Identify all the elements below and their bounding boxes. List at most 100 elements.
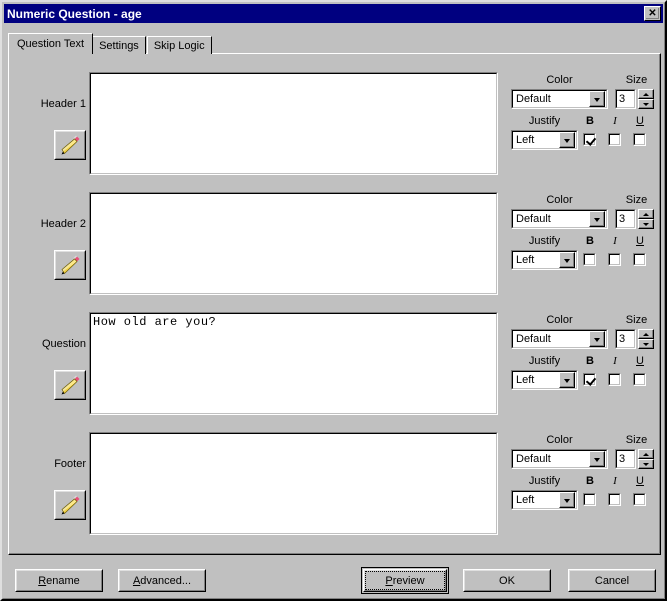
section-header-1-label: Header 1 [40, 98, 86, 110]
question-text: How old are you? [93, 315, 217, 329]
tab-settings-label: Settings [99, 39, 139, 52]
question-size-value: 3 [616, 330, 635, 348]
header-1-underline-label: U [636, 115, 644, 127]
question-italic-checkbox[interactable] [608, 373, 621, 386]
footer-bold-label: B [586, 475, 594, 487]
spinner-up-icon[interactable] [638, 449, 654, 459]
section-question-label: Question [41, 338, 86, 350]
header-2-justify-value: Left [516, 254, 535, 266]
question-bold-label: B [586, 355, 594, 367]
header-1-italic-checkbox[interactable] [608, 133, 621, 146]
footer-textarea[interactable] [89, 432, 498, 535]
question-size-spinner[interactable] [638, 329, 654, 349]
spinner-down-icon[interactable] [638, 99, 654, 109]
header-1-bold-checkbox[interactable] [583, 133, 596, 146]
header-2-underline-label: U [636, 235, 644, 247]
question-bold-checkbox[interactable] [583, 373, 596, 386]
question-color-combo[interactable]: Default [511, 329, 608, 349]
advanced-button-rest: dvanced... [140, 574, 192, 587]
question-justify-label: Justify [528, 355, 561, 367]
advanced-button[interactable]: Advanced... [118, 569, 206, 592]
header-2-underline-checkbox[interactable] [633, 253, 646, 266]
header-2-edit-pencil-button[interactable] [54, 250, 86, 280]
chevron-down-icon[interactable] [559, 252, 575, 268]
chevron-down-icon[interactable] [589, 91, 605, 107]
ok-button[interactable]: OK [463, 569, 551, 592]
header-1-textarea[interactable] [89, 72, 498, 175]
pencil-icon [61, 135, 80, 155]
preview-button[interactable]: Preview [361, 567, 449, 594]
question-justify-value: Left [516, 374, 535, 386]
question-size-label: Size [625, 314, 648, 326]
header-1-justify-combo[interactable]: Left [511, 130, 578, 150]
footer-italic-label: I [613, 475, 617, 487]
tab-skip-logic-label: Skip Logic [153, 39, 205, 52]
header-2-color-value: Default [516, 213, 551, 225]
header-1-color-label: Color [546, 74, 573, 86]
pencil-icon [61, 495, 80, 515]
spinner-up-icon[interactable] [638, 329, 654, 339]
cancel-button[interactable]: Cancel [568, 569, 656, 592]
chevron-down-icon[interactable] [589, 211, 605, 227]
chevron-down-icon[interactable] [589, 331, 605, 347]
spinner-down-icon[interactable] [638, 459, 654, 469]
header-1-size-value: 3 [616, 90, 635, 108]
header-1-underline-checkbox[interactable] [633, 133, 646, 146]
header-1-edit-pencil-button[interactable] [54, 130, 86, 160]
tab-settings[interactable]: Settings [92, 36, 146, 54]
section-footer-label: Footer [54, 458, 86, 470]
advanced-button-label: Advanced... [132, 574, 192, 587]
header-2-bold-checkbox[interactable] [583, 253, 596, 266]
footer-underline-checkbox[interactable] [633, 493, 646, 506]
footer-italic-checkbox[interactable] [608, 493, 621, 506]
spinner-down-icon[interactable] [638, 339, 654, 349]
header-2-italic-checkbox[interactable] [608, 253, 621, 266]
header-1-size-field[interactable]: 3 [615, 89, 636, 109]
question-size-field[interactable]: 3 [615, 329, 636, 349]
header-1-justify-label: Justify [528, 115, 561, 127]
rename-button-label: Rename [38, 574, 80, 587]
header-2-color-combo[interactable]: Default [511, 209, 608, 229]
footer-size-label: Size [625, 434, 648, 446]
tab-question-text[interactable]: Question Text [8, 33, 94, 54]
header-2-textarea[interactable] [89, 192, 498, 295]
footer-edit-pencil-button[interactable] [54, 490, 86, 520]
question-underline-checkbox[interactable] [633, 373, 646, 386]
preview-button-label: Preview [385, 574, 425, 587]
question-justify-combo[interactable]: Left [511, 370, 578, 390]
chevron-down-icon[interactable] [589, 451, 605, 467]
rename-button[interactable]: Rename [15, 569, 103, 592]
footer-size-spinner[interactable] [638, 449, 654, 469]
header-2-size-label: Size [625, 194, 648, 206]
header-2-size-spinner[interactable] [638, 209, 654, 229]
footer-bold-checkbox[interactable] [583, 493, 596, 506]
chevron-down-icon[interactable] [559, 132, 575, 148]
footer-color-value: Default [516, 453, 551, 465]
tab-skip-logic[interactable]: Skip Logic [146, 36, 212, 54]
spinner-down-icon[interactable] [638, 219, 654, 229]
header-2-justify-combo[interactable]: Left [511, 250, 578, 270]
close-button[interactable]: ✕ [644, 6, 661, 21]
rename-button-rest: ename [46, 574, 80, 587]
title-bar[interactable]: Numeric Question - age ✕ [4, 4, 663, 23]
header-1-color-combo[interactable]: Default [511, 89, 608, 109]
header-2-bold-label: B [586, 235, 594, 247]
close-icon: ✕ [648, 7, 657, 19]
footer-size-value: 3 [616, 450, 635, 468]
footer-justify-value: Left [516, 494, 535, 506]
header-1-bold-label: B [586, 115, 594, 127]
pencil-icon [61, 255, 80, 275]
chevron-down-icon[interactable] [559, 492, 575, 508]
spinner-up-icon[interactable] [638, 89, 654, 99]
header-1-size-spinner[interactable] [638, 89, 654, 109]
footer-justify-combo[interactable]: Left [511, 490, 578, 510]
question-edit-pencil-button[interactable] [54, 370, 86, 400]
spinner-up-icon[interactable] [638, 209, 654, 219]
footer-size-field[interactable]: 3 [615, 449, 636, 469]
footer-justify-label: Justify [528, 475, 561, 487]
question-textarea[interactable]: How old are you? [89, 312, 498, 415]
chevron-down-icon[interactable] [559, 372, 575, 388]
footer-color-combo[interactable]: Default [511, 449, 608, 469]
header-2-size-field[interactable]: 3 [615, 209, 636, 229]
cancel-button-label: Cancel [594, 574, 630, 587]
